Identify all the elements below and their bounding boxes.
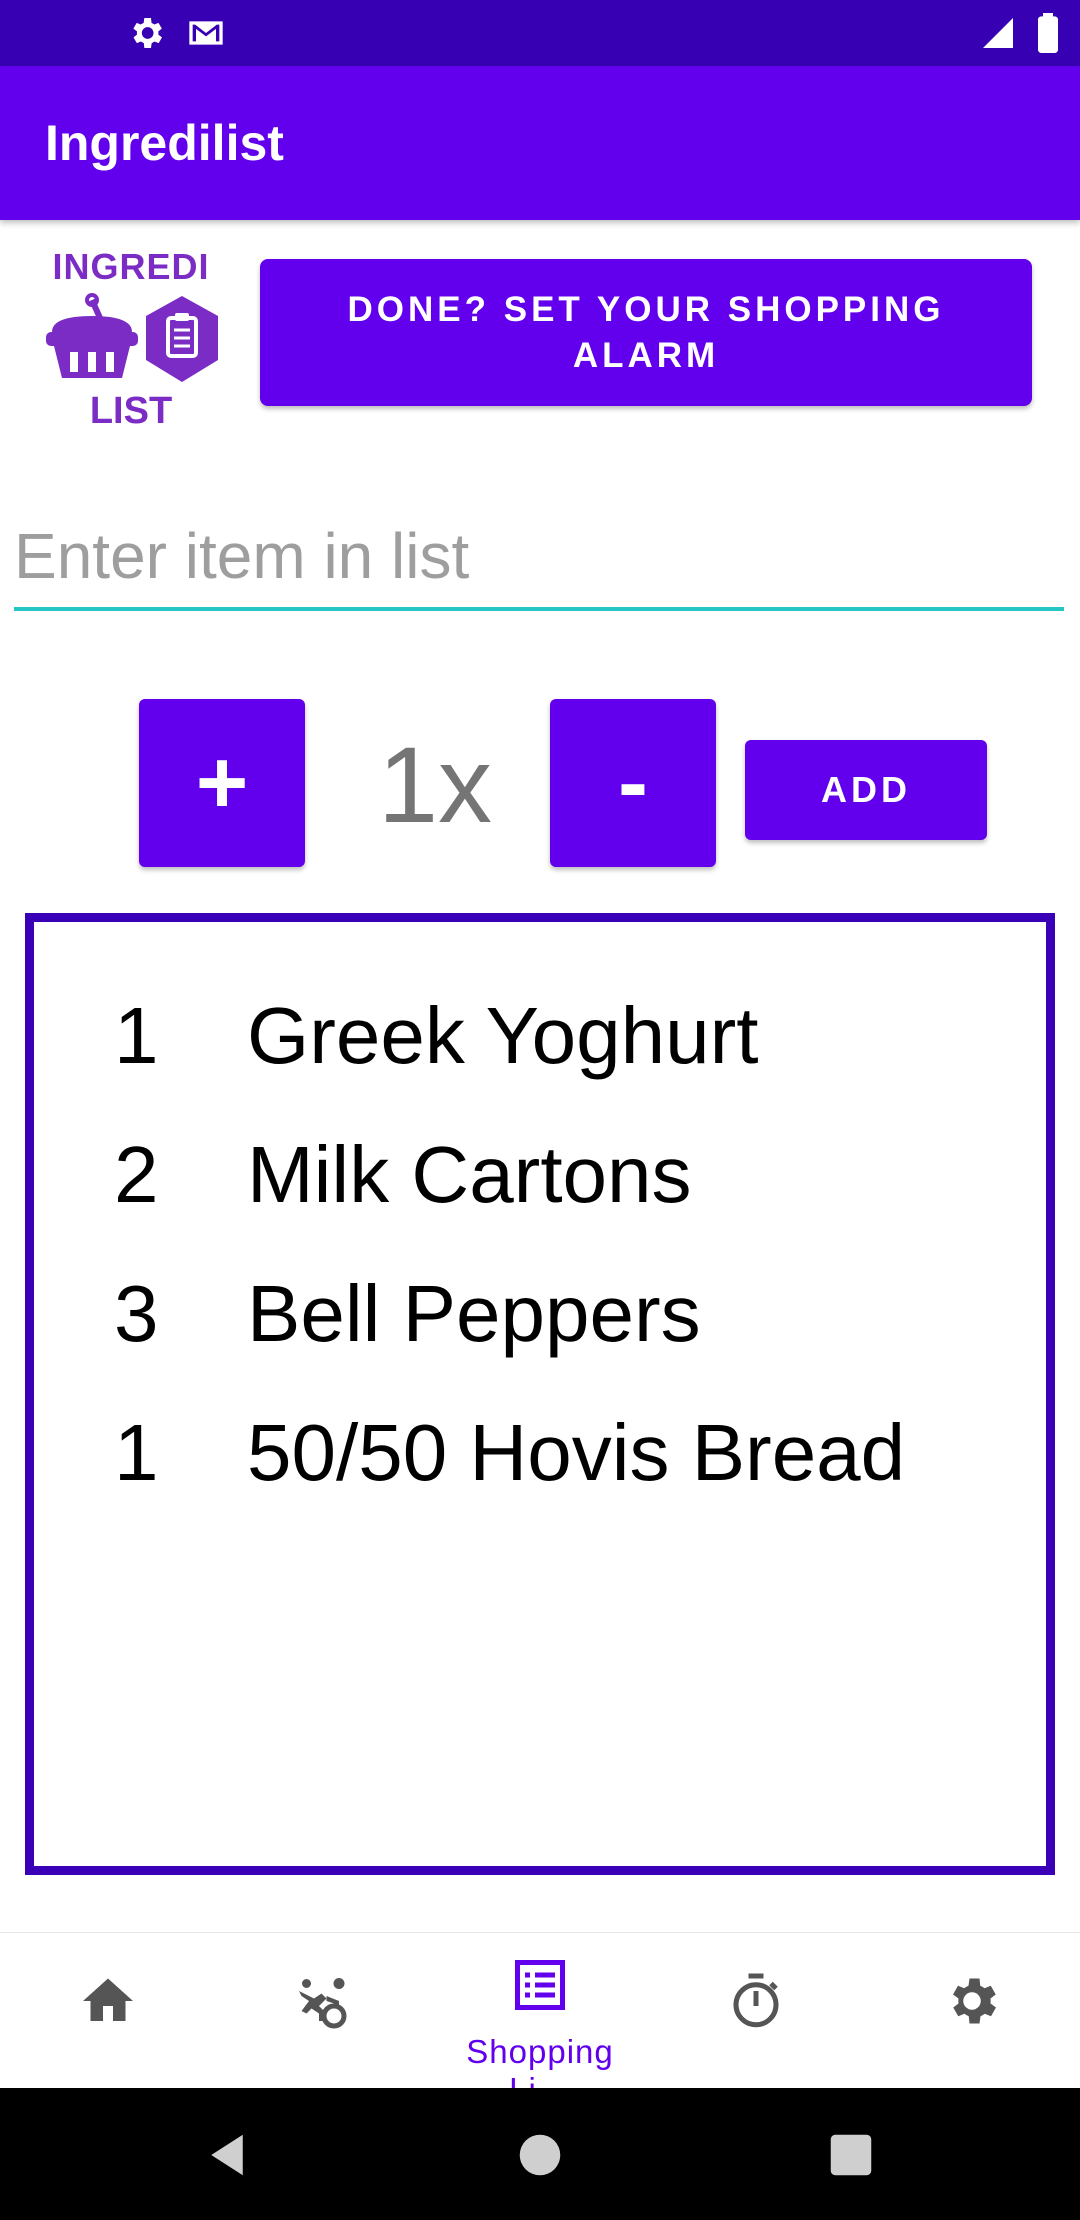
nav-item-settings[interactable] (864, 1933, 1080, 2089)
app-title: Ingredilist (45, 115, 284, 171)
set-shopping-alarm-button[interactable]: DONE? SET YOUR SHOPPING ALARM (260, 259, 1032, 406)
list-item-name: Greek Yoghurt (247, 991, 759, 1080)
decrease-quantity-button[interactable]: - (550, 699, 716, 867)
status-bar (0, 0, 1080, 66)
settings-icon (953, 1978, 996, 2024)
timer-icon (733, 1973, 779, 2028)
list-item-name: Bell Peppers (247, 1269, 701, 1358)
list-item[interactable]: 2 Milk Cartons (34, 1129, 1046, 1229)
app-bar: Ingredilist (0, 66, 1080, 220)
nav-item-accessibility[interactable] (216, 1933, 432, 2089)
gear-icon (133, 18, 162, 48)
home-button-icon[interactable] (513, 2128, 567, 2182)
list-item[interactable]: 1 50/50 Hovis Bread (34, 1407, 1046, 1507)
list-item-quantity: 2 (114, 1130, 159, 1219)
system-navigation-bar (0, 2088, 1080, 2220)
basket-clipboard-icon (46, 293, 218, 382)
increase-quantity-button[interactable]: + (139, 699, 305, 867)
shopping-list[interactable]: 1 Greek Yoghurt 2 Milk Cartons 3 Bell Pe… (25, 913, 1055, 1875)
accessibility-icon (299, 1978, 347, 2029)
nav-item-shopping-list[interactable]: Shopping Li… (432, 1933, 648, 2108)
list-item[interactable]: 1 Greek Yoghurt (34, 990, 1046, 1090)
home-icon (83, 1978, 133, 2021)
battery-icon (1038, 13, 1058, 53)
list-item-quantity: 1 (114, 991, 159, 1080)
list-item-name: Milk Cartons (247, 1130, 692, 1219)
list-item-quantity: 3 (114, 1269, 159, 1358)
nav-item-timer[interactable] (648, 1933, 864, 2089)
app-logo: INGREDI LIST (38, 246, 224, 432)
bottom-navigation: Shopping Li… (0, 1932, 1080, 2108)
logo-bottom-text: LIST (89, 390, 173, 432)
add-item-button[interactable]: ADD (745, 740, 987, 840)
item-input[interactable] (14, 505, 1064, 611)
list-item-name: 50/50 Hovis Bread (247, 1408, 906, 1497)
recents-icon[interactable] (824, 2128, 878, 2182)
back-icon[interactable] (200, 2128, 254, 2182)
logo-top-text: INGREDI (52, 246, 210, 287)
list-item-quantity: 1 (114, 1408, 159, 1497)
list-icon (515, 1960, 565, 2010)
list-item[interactable]: 3 Bell Peppers (34, 1268, 1046, 1368)
nav-item-home[interactable] (0, 1933, 216, 2089)
quantity-display: 1x (377, 724, 493, 845)
gmail-icon (189, 21, 223, 45)
signal-icon (983, 18, 1013, 48)
